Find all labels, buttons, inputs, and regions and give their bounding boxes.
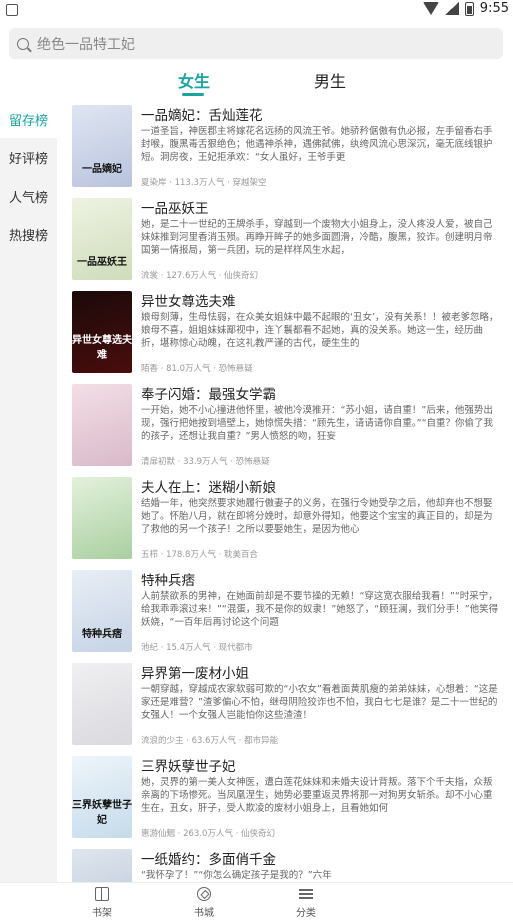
cover-title: 异世女尊选夫难 [72,335,132,361]
book-meta: 清扉初默 · 33.9万人气 · 恐怖悬疑 [141,457,270,467]
tab-male[interactable]: 男生 [314,68,346,92]
book-title: 一品巫妖王 [141,201,209,217]
book-item[interactable]: 夫人在上：迷糊小新娘结婚一年，他突然要求她履行傲妻子的义务，在强行令她受孕之后，… [57,472,513,565]
book-cover[interactable] [72,384,132,466]
book-item[interactable]: 特种兵痞 特种兵痞 人前禁欲系的男神，在她面前却是不要节操的无赖！“穿这宽衣服给我看… [57,565,513,658]
book-meta: 流浪的少主 · 63.6万人气 · 都市异能 [141,736,279,746]
search-bar[interactable]: 绝色一品特工妃 [9,28,503,59]
battery-icon [464,1,474,16]
compass-icon [197,887,211,901]
book-title: 异界第一废材小姐 [141,666,249,682]
book-item[interactable]: 一品嫡妃 一品嫡妃：舌灿莲花一道圣旨，神医郡主将嫁花名远扬的风流王爷。她骄矜倨傲有… [57,100,513,193]
book-meta: 惠游仙魍 · 263.0万人气 · 仙侠奇幻 [141,829,276,839]
sidebar-item-trending[interactable]: 热搜榜 [0,215,57,253]
tab-female[interactable]: 女生 [178,68,210,92]
list-icon [299,887,313,901]
wifi-icon [422,2,439,15]
book-item[interactable]: 异界第一废材小姐一朝穿越，穿越成农家软弱可欺的“小农女”看着面黄肌瘦的弟弟妹妹，… [57,658,513,751]
bottom-nav: 书架 书城 分类 [0,882,513,923]
sidebar-item-popularity[interactable]: 人气榜 [0,177,57,215]
book-icon [95,887,109,901]
sidebar-item-retention[interactable]: 留存榜 [0,100,57,138]
book-meta: 池纪 · 15.4万人气 · 现代都市 [141,643,253,653]
book-title: 奉子闪婚：最强女学霸 [141,387,276,403]
book-item[interactable]: 奉子闪婚：最强女学霸一开始，她不小心撞进他怀里，被他冷漠推开：“苏小姐，请自重！… [57,379,513,472]
book-description: 结婚一年，他突然要求她履行傲妻子的义务，在强行令她受孕之后，他却弃也不想娶她了。… [141,498,493,535]
signal-icon [444,2,459,15]
nav-bookshelf[interactable]: 书架 [72,887,132,919]
sidebar-item-rating[interactable]: 好评榜 [0,138,57,176]
book-meta: 五栉 · 178.8万人气 · 耽美百合 [141,550,259,560]
search-placeholder: 绝色一品特工妃 [37,36,135,53]
book-title: 特种兵痞 [141,573,195,589]
book-meta: 流裳 · 127.6万人气 · 仙侠奇幻 [141,271,259,281]
nav-category[interactable]: 分类 [276,887,336,919]
book-description: 人前禁欲系的男神，在她面前却是不要节操的无赖！“穿这宽衣服给我看！”“时采宁，给… [141,591,499,628]
nav-bookstore[interactable]: 书城 [174,887,234,919]
book-cover[interactable] [72,477,132,559]
book-description: 一开始，她不小心撞进他怀里，被他冷漠推开：“苏小姐，请自重！”后来，他强势出现，… [141,405,494,442]
book-description: 她，是二十一世纪的王牌杀手，穿越到一个废物大小姐身上，没人疼没人爱，被自己妹妹推… [141,219,493,256]
book-item[interactable]: 异世女尊选夫难 异世女尊选夫难 娘母刻薄，生母怯弱，在众美女姐妹中最不起眼的‘丑女’… [57,286,513,379]
book-item[interactable]: 一纸婚约：多面俏千金 “我怀孕了！”“你怎么确定孩子是我的？”六年 [57,844,513,882]
cover-title: 一品巫妖王 [77,257,127,268]
book-cover[interactable]: 三界妖孽世子妃 [72,756,132,838]
cover-title: 三界妖孽世子妃 [72,800,132,826]
book-item[interactable]: 三界妖孽世子妃 三界妖孽世子妃 她，灵界的第一美人女神医，遭白莲花妹妹和未婚夫设计背… [57,751,513,844]
status-bar: 9:55 [0,0,513,22]
search-icon [17,37,29,50]
nav-category-label: 分类 [296,908,316,919]
notification-icon [6,4,18,16]
cover-title: 一品嫡妃 [82,164,122,175]
book-title: 三界妖孽世子妃 [141,759,236,775]
book-meta: 夏染岸 · 113.3万人气 · 穿越架空 [141,178,267,188]
book-cover[interactable]: 异世女尊选夫难 [72,291,132,373]
book-title: 一纸婚约：多面俏千金 [141,852,276,868]
cover-title: 特种兵痞 [82,629,122,640]
gender-tabs: 女生 男生 [0,66,513,98]
book-cover[interactable]: 一品巫妖王 [72,198,132,280]
book-cover[interactable] [72,663,132,745]
book-meta: 陌香 · 81.0万人气 · 恐怖悬疑 [141,364,253,374]
book-title: 一品嫡妃：舌灿莲花 [141,108,263,124]
book-cover[interactable] [72,849,132,882]
book-list: 一品嫡妃 一品嫡妃：舌灿莲花一道圣旨，神医郡主将嫁花名远扬的风流王爷。她骄矜倨傲有… [57,100,513,882]
book-cover[interactable]: 一品嫡妃 [72,105,132,187]
active-tab-indicator [182,93,204,96]
nav-bookstore-label: 书城 [194,908,214,919]
status-indicators: 9:55 [422,1,509,16]
nav-bookshelf-label: 书架 [92,908,112,919]
book-description: “我怀孕了！”“你怎么确定孩子是我的？”六年 [141,870,332,881]
book-title: 夫人在上：迷糊小新娘 [141,480,276,496]
book-description: 娘母刻薄，生母怯弱，在众美女姐妹中最不起眼的‘丑女’，没有关系！！被老爹忽略，娘… [141,312,499,349]
book-item[interactable]: 一品巫妖王 一品巫妖王 她，是二十一世纪的王牌杀手，穿越到一个废物大小姐身上，没人疼… [57,193,513,286]
book-description: 一道圣旨，神医郡主将嫁花名远扬的风流王爷。她骄矜倨傲有仇必报，左手留香右手封喉，… [141,126,493,163]
ranking-sidebar: 留存榜 好评榜 人气榜 热搜榜 [0,100,57,882]
book-description: 一朝穿越，穿越成农家软弱可欺的“小农女”看着面黄肌瘦的弟弟妹妹，心想着：“这是家… [141,684,498,721]
book-cover[interactable]: 特种兵痞 [72,570,132,652]
book-title: 异世女尊选夫难 [141,294,236,310]
book-description: 她，灵界的第一美人女神医，遭白莲花妹妹和未婚夫设计背叛。落下个千夫指，众叛亲离的… [141,777,493,814]
status-time: 9:55 [479,1,509,16]
